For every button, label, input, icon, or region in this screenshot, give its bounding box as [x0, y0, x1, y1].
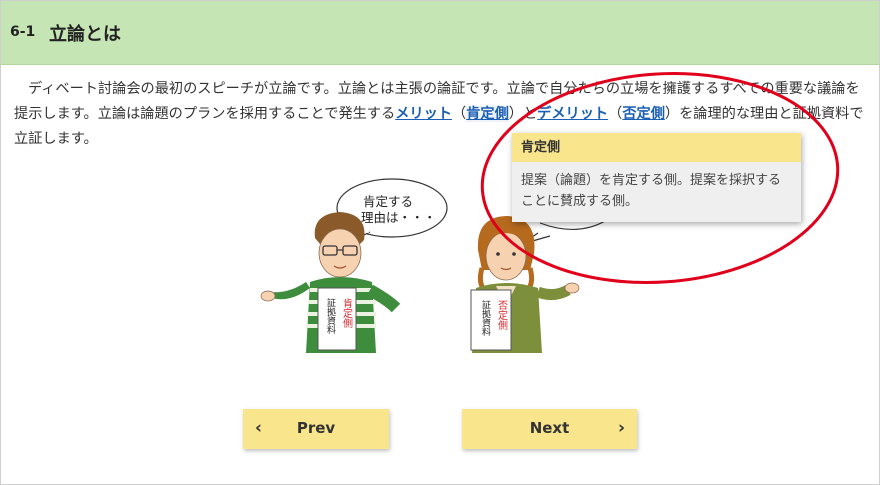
negative-evidence-card: 否定側 証拠資料: [470, 289, 512, 351]
chevron-right-icon: ›: [617, 418, 625, 438]
page-header: 6-1 立論とは: [1, 1, 879, 65]
next-button-label: Next: [529, 419, 570, 437]
paren-close: ）: [508, 106, 523, 122]
term-tooltip: 肯定側 提案（論題）を肯定する側。提案を採択することに賛成する側。: [512, 133, 801, 222]
speech-bubble-line2: 理由は・・・: [361, 210, 436, 225]
paren-open: （: [451, 106, 467, 122]
term-link-demerit[interactable]: デメリット: [537, 106, 608, 122]
section-number: 6-1: [10, 24, 36, 40]
speech-bubble-line1: 肯定する: [363, 194, 413, 209]
affirmative-evidence-card: 肯定側 証拠資料: [317, 287, 357, 351]
term-link-merit[interactable]: メリット: [395, 106, 452, 122]
card-evidence-label: 証拠資料: [325, 297, 336, 335]
prev-button-label: Prev: [296, 419, 336, 437]
card-evidence-label: 証拠資料: [480, 299, 491, 337]
page-title: 立論とは: [49, 24, 121, 45]
conjunction-text: と: [522, 106, 538, 122]
tooltip-title: 肯定側: [512, 133, 801, 162]
prev-button[interactable]: ‹ Prev: [243, 409, 389, 449]
paren-close: ）: [664, 106, 680, 122]
next-button[interactable]: Next ›: [462, 409, 637, 449]
card-affirmative-label: 肯定側: [341, 297, 353, 328]
tooltip-text: 提案（論題）を肯定する側。提案を採択することに賛成する側。: [521, 173, 782, 209]
term-link-affirmative[interactable]: 肯定側: [466, 106, 509, 122]
card-negative-label: 否定側: [496, 300, 508, 330]
term-link-negative[interactable]: 否定側: [622, 106, 665, 122]
paren-open: （: [608, 106, 623, 122]
